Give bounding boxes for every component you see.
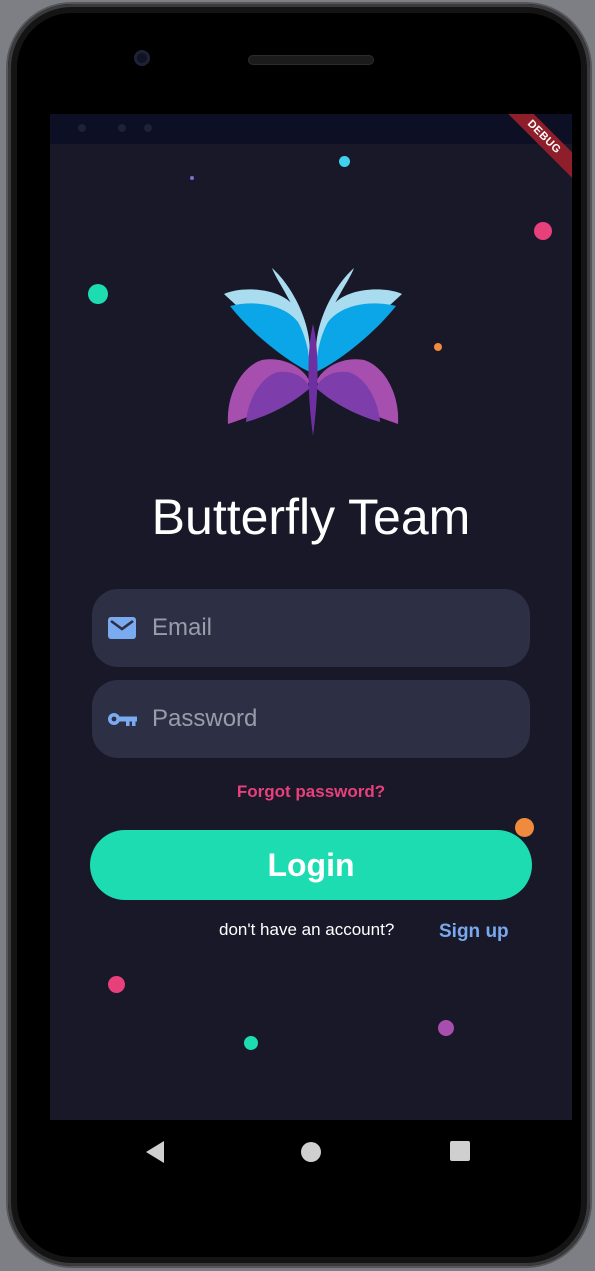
decor-dot [244, 1036, 258, 1050]
decor-dot [339, 156, 350, 167]
decor-dot [438, 1020, 454, 1036]
password-input[interactable] [150, 704, 510, 734]
recents-square-icon[interactable] [450, 1141, 470, 1166]
earpiece-speaker [248, 55, 374, 65]
decor-dot [190, 176, 194, 180]
app-screen: DEBUG Butterfly Team Email Forgot passwo… [50, 114, 572, 1120]
navigation-bar [50, 1120, 572, 1186]
decor-dot [88, 284, 108, 304]
front-camera [134, 50, 150, 66]
app-title: Butterfly Team [151, 489, 471, 545]
phone-frame: DEBUG Butterfly Team Email Forgot passwo… [8, 4, 590, 1266]
no-account-text: don't have an account? [219, 920, 395, 939]
decor-dot [515, 818, 534, 837]
login-button[interactable]: Login [90, 830, 532, 900]
decor-dot [108, 976, 125, 993]
butterfly-logo [224, 268, 402, 436]
status-icon [78, 124, 86, 132]
email-field[interactable] [92, 589, 530, 667]
forgot-password-link[interactable]: Forgot password? [50, 782, 572, 802]
status-bar [50, 114, 572, 144]
email-input[interactable] [150, 613, 510, 643]
key-icon [106, 703, 138, 735]
mail-icon [106, 612, 138, 644]
sign-up-link[interactable]: Sign up [439, 921, 509, 943]
back-triangle-icon[interactable] [146, 1141, 166, 1168]
status-icon [144, 124, 152, 132]
decor-dot [534, 222, 552, 240]
status-icon [118, 124, 126, 132]
password-field[interactable] [92, 680, 530, 758]
home-circle-icon[interactable] [300, 1141, 322, 1168]
decor-dot [434, 343, 442, 351]
